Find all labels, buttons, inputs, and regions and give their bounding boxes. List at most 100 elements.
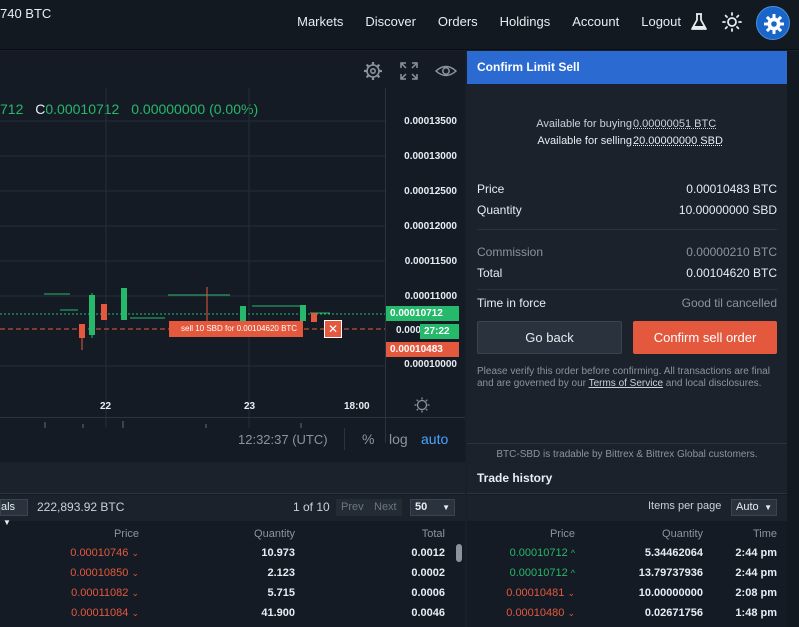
order-quantity: 2.123 [267,567,295,579]
main-nav: Markets Discover Orders Holdings Account… [297,14,681,29]
trade-row: 0.00010712 ^ 13.79737936 2:44 pm [467,567,787,587]
terms-of-service-link[interactable]: Terms of Service [589,378,663,389]
trade-time: 2:44 pm [735,547,777,559]
chevron-down-icon: ⌄ [131,608,139,618]
eye-icon[interactable] [435,61,457,81]
nav-orders[interactable]: Orders [438,14,478,29]
y-tick: 0.00010000 [404,359,457,370]
column-header-quantity[interactable]: Quantity [254,528,295,540]
trade-price: 0.00010712 ^ [510,547,575,559]
sun-icon[interactable] [722,12,742,32]
page-size-select[interactable]: 50 ▼ [410,499,455,516]
nav-markets[interactable]: Markets [297,14,343,29]
column-header-quantity[interactable]: Quantity [662,528,703,540]
quantity-row: Quantity 10.00000000 SBD [477,203,777,217]
column-header-total[interactable]: Total [422,528,445,540]
column-header-price[interactable]: Price [114,528,139,540]
gear-icon [764,14,784,34]
quantity-label: Quantity [477,203,522,217]
auto-scale-toggle[interactable]: auto [421,431,448,447]
prev-page-button[interactable]: Prev [336,499,369,516]
settings-button[interactable] [756,6,790,40]
chevron-down-icon: ⌄ [131,588,139,598]
column-header-time[interactable]: Time [753,528,777,540]
order-book-row[interactable]: 0.00010850 ⌄ 2.123 0.0002 [0,567,465,587]
y-tick: 0.00013500 [404,116,457,127]
column-header-price[interactable]: Price [550,528,575,540]
order-book-scrollbar[interactable] [456,544,462,562]
trade-price: 0.00010480 ⌄ [506,607,575,619]
candlestick-plot[interactable] [0,88,385,428]
order-book-row[interactable]: 0.00010746 ⌄ 10.973 0.0012 [0,547,465,567]
price-axis[interactable]: 0.00013500 0.00013000 0.00012500 0.00012… [385,88,465,443]
x-tick: 23 [244,401,256,412]
divider [477,229,777,230]
time-in-force-label: Time in force [477,296,546,310]
nav-holdings[interactable]: Holdings [500,14,551,29]
trade-row: 0.00010481 ⌄ 10.00000000 2:08 pm [467,587,787,607]
order-quantity: 10.973 [261,547,295,559]
chart-toolbar [363,61,457,81]
order-price-value: 0.00010746 [70,547,129,559]
go-back-button[interactable]: Go back [477,321,622,354]
trade-time: 1:48 pm [735,607,777,619]
available-selling-value[interactable]: 20.00000000 SBD [633,135,723,147]
top-nav-bar: 740 BTC Markets Discover Orders Holdings… [0,0,799,50]
next-page-button[interactable]: Next [369,499,402,516]
y-tick: 0.00013000 [404,151,457,162]
nav-account[interactable]: Account [572,14,619,29]
chevron-down-icon: ⌄ [567,588,575,598]
page-size-value: 50 [415,501,428,513]
divider [344,428,345,450]
verify-notice: Please verify this order before confirmi… [477,366,782,390]
quantity-value: 10.00000000 SBD [678,203,777,217]
y-tick: 0.00011000 [404,291,457,302]
order-price-tag: 0.00010483 [386,342,459,357]
order-line-label[interactable]: sell 10 SBD for 0.00104620 BTC [169,321,304,337]
trade-quantity: 10.00000000 [638,587,703,599]
order-price-value: 0.00011082 [71,587,129,599]
available-buying-value[interactable]: 0.00000051 BTC [633,118,716,130]
trade-history-title: Trade history [467,463,787,494]
total-row: Total 0.00104620 BTC [477,266,777,280]
price-row: Price 0.00010483 BTC [477,182,777,196]
flask-icon[interactable] [690,13,708,31]
trade-price: 0.00010481 ⌄ [506,587,575,599]
y-tick: 0.00012000 [404,221,457,232]
chart-footer: 12:32:37 (UTC) % log auto [0,417,465,462]
chevron-down-icon: ⌄ [131,548,139,558]
items-per-page-value: Auto [736,501,759,513]
nav-discover[interactable]: Discover [365,14,416,29]
order-book-row[interactable]: 0.00011084 ⌄ 41.900 0.0046 [0,607,465,627]
order-price: 0.00010850 ⌄ [70,567,139,579]
items-per-page-select[interactable]: Auto ▼ [731,499,777,516]
order-book-row[interactable]: 0.00011082 ⌄ 5.715 0.0006 [0,587,465,607]
items-per-page-label: Items per page [648,500,722,512]
trade-row: 0.00010712 ^ 5.34462064 2:44 pm [467,547,787,567]
trade-history-header-row: Price Quantity Time [467,523,787,545]
percent-scale-toggle[interactable]: % [362,431,374,447]
order-total: 0.0012 [411,547,445,559]
total-label: Total [477,266,503,280]
available-buying-label: Available for buying [536,118,632,130]
units-select-value: als [1,501,16,513]
chevron-up-icon: ^ [570,568,575,578]
chevron-down-icon: ▼ [442,503,450,512]
header-price: 740 BTC [0,6,52,21]
nav-logout[interactable]: Logout [641,14,681,29]
units-select[interactable]: als ▼ [0,499,28,527]
trade-quantity: 0.02671756 [644,607,703,619]
cancel-order-line-button[interactable]: ✕ [324,320,342,338]
confirm-sell-order-button[interactable]: Confirm sell order [633,321,777,354]
time-in-force-row: Time in force Good til cancelled [477,296,777,310]
fullscreen-icon[interactable] [399,61,419,81]
log-scale-toggle[interactable]: log [389,431,408,447]
trade-price-value: 0.00010480 [506,607,565,619]
y-tick: 0.00012500 [404,186,457,197]
page-info: 1 of 10 [293,500,330,514]
trade-time: 2:08 pm [735,587,777,599]
axis-settings-icon[interactable] [414,397,430,413]
commission-row: Commission 0.00000210 BTC [477,245,777,259]
chart-settings-icon[interactable] [363,61,383,81]
last-price-tag: 0.00010712 [386,306,459,321]
